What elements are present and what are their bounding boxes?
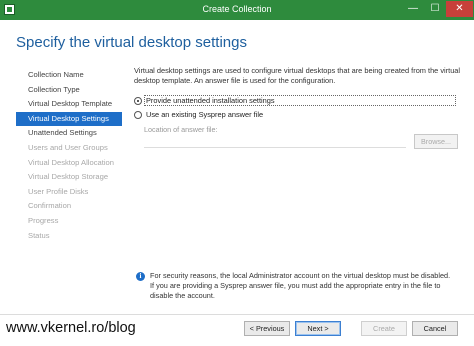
step-virtual-desktop-storage: Virtual Desktop Storage	[28, 172, 109, 182]
sysprep-label[interactable]: Use an existing Sysprep answer file	[146, 110, 263, 119]
step-collection-type[interactable]: Collection Type	[16, 83, 122, 98]
step-status: Status	[28, 230, 50, 240]
step-virtual-desktop-allocation: Virtual Desktop Allocation	[28, 157, 114, 167]
previous-button[interactable]: < Previous	[244, 321, 290, 336]
create-button: Create	[361, 321, 407, 336]
step-confirmation: Confirmation	[28, 201, 72, 211]
intro-text: Virtual desktop settings are used to con…	[134, 66, 461, 85]
step-user-profile-disks: User Profile Disks	[28, 186, 89, 196]
unattended-radio[interactable]	[134, 97, 142, 105]
step-virtual-desktop-settings[interactable]: Virtual Desktop Settings	[16, 111, 122, 127]
option-unattended-row[interactable]: Provide unattended installation settings	[134, 95, 464, 107]
answer-file-input	[144, 137, 406, 148]
window-titlebar: Create Collection — ☐ ✕	[0, 0, 474, 20]
watermark-text: www.vkernel.ro/blog	[6, 320, 136, 336]
close-icon[interactable]: ✕	[446, 1, 473, 17]
page-title: Specify the virtual desktop settings	[16, 34, 247, 51]
info-text: For security reasons, the local Administ…	[150, 271, 451, 300]
next-button[interactable]: Next >	[295, 321, 341, 336]
sysprep-radio[interactable]	[134, 111, 142, 119]
wizard-steps: Collection Name Collection Type Virtual …	[16, 68, 122, 243]
step-collection-name[interactable]: Collection Name	[16, 68, 122, 83]
browse-button: Browse...	[414, 134, 458, 149]
step-users-and-user-groups: Users and User Groups	[28, 142, 108, 152]
footer-divider	[0, 314, 474, 315]
unattended-label[interactable]: Provide unattended installation settings	[146, 96, 275, 105]
settings-panel: Virtual desktop settings are used to con…	[134, 66, 464, 149]
answer-file-label: Location of answer file:	[144, 125, 218, 134]
minimize-icon[interactable]: —	[402, 1, 424, 17]
maximize-icon[interactable]: ☐	[424, 1, 446, 17]
option-sysprep-row[interactable]: Use an existing Sysprep answer file	[134, 110, 464, 121]
cancel-button[interactable]: Cancel	[412, 321, 458, 336]
info-icon: i	[136, 272, 145, 281]
step-virtual-desktop-template[interactable]: Virtual Desktop Template	[16, 97, 122, 112]
step-progress: Progress	[28, 215, 59, 225]
step-unattended-settings[interactable]: Unattended Settings	[16, 126, 122, 141]
